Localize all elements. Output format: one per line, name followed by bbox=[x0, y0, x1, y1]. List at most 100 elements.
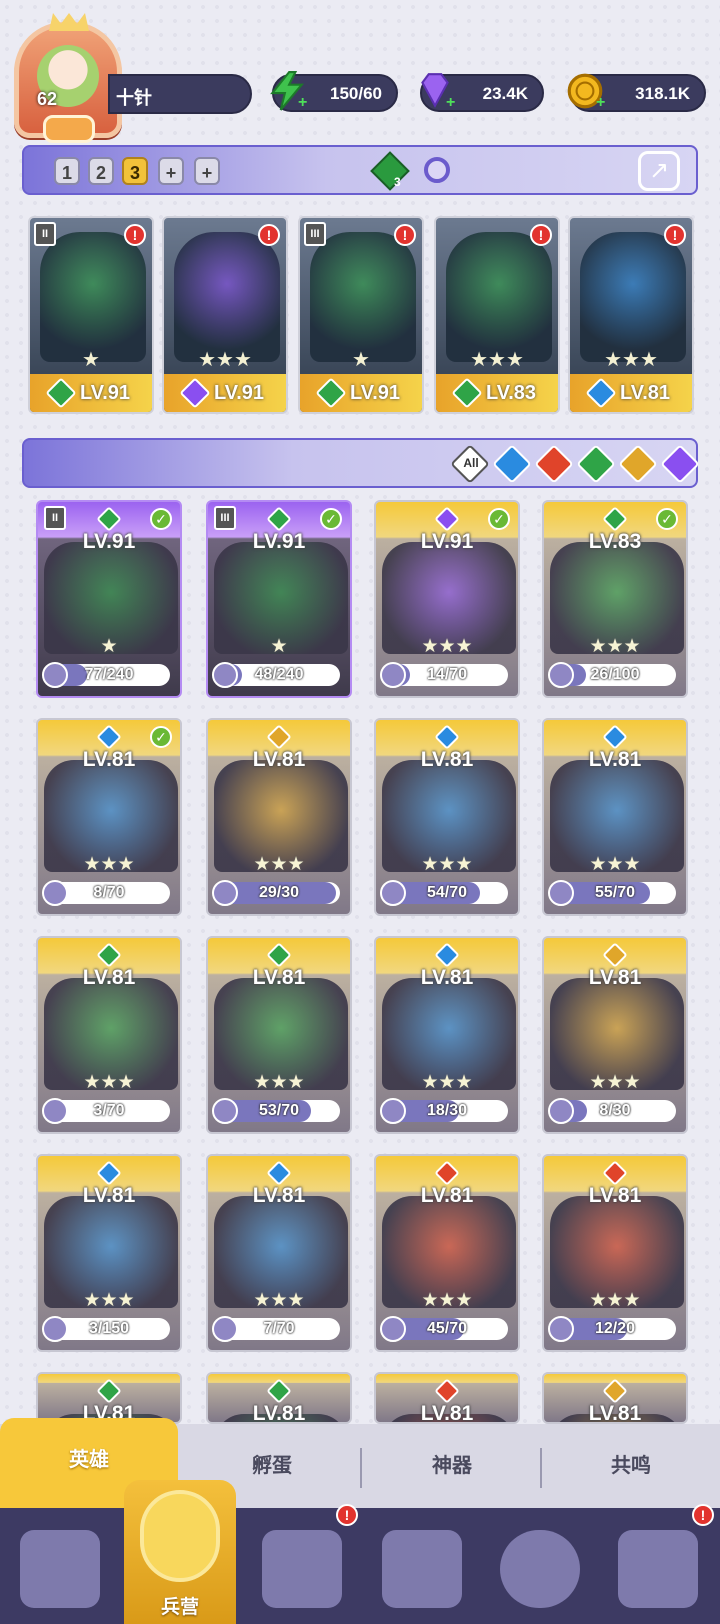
hero-card[interactable]: LV.83 ★★★ 26/100 ✓ bbox=[542, 500, 688, 698]
shard-icon bbox=[380, 1098, 406, 1124]
hero-card[interactable]: LV.81 bbox=[206, 1372, 352, 1424]
hero-card[interactable]: LV.81 ★★★ 54/70 bbox=[374, 718, 520, 916]
element-green-icon bbox=[96, 942, 122, 968]
element-yellow-icon bbox=[266, 724, 292, 750]
team-tab-3[interactable]: 3 bbox=[122, 157, 148, 185]
hero-portrait bbox=[40, 232, 146, 362]
hero-card[interactable]: LV.81 ★★★ 55/70 bbox=[542, 718, 688, 916]
hero-stars: ★★★ bbox=[604, 349, 658, 371]
hero-card[interactable]: LV.91 ★ 77/240 ✓ II bbox=[36, 500, 182, 698]
coin-counter[interactable]: + 318.1K bbox=[567, 73, 706, 112]
hero-card[interactable]: LV.81 bbox=[36, 1372, 182, 1424]
in-team-check-icon: ✓ bbox=[656, 508, 678, 530]
hero-card[interactable]: LV.81 ★★★ 3/150 bbox=[36, 1154, 182, 1352]
add-energy-icon[interactable]: + bbox=[298, 95, 312, 111]
shard-icon bbox=[212, 662, 238, 688]
energy-value: 150/60 bbox=[330, 84, 382, 103]
element-yellow-icon bbox=[602, 1378, 628, 1404]
gem-counter[interactable]: + 23.4K bbox=[420, 73, 544, 112]
shard-icon bbox=[380, 880, 406, 906]
hero-card[interactable]: LV.81 ★★★ 29/30 bbox=[206, 718, 352, 916]
filter-light-icon[interactable] bbox=[618, 444, 658, 484]
hero-card[interactable]: LV.81 bbox=[374, 1372, 520, 1424]
shard-icon bbox=[548, 1098, 574, 1124]
team-tab-1[interactable]: 1 bbox=[54, 157, 80, 185]
nav-barracks-button[interactable]: 兵营 bbox=[124, 1480, 236, 1624]
element-blue-icon bbox=[96, 724, 122, 750]
element-green-icon bbox=[96, 506, 122, 532]
hero-card[interactable]: LV.81 bbox=[542, 1372, 688, 1424]
shard-icon bbox=[212, 1098, 238, 1124]
banner-alert-icon: ! bbox=[692, 1504, 714, 1526]
tab-resonance[interactable]: 共鸣 bbox=[542, 1424, 720, 1508]
hero-stars: ★★★ bbox=[83, 1290, 135, 1311]
filter-fire-icon[interactable] bbox=[534, 444, 574, 484]
player-avatar[interactable]: 62 bbox=[14, 13, 122, 143]
hero-card[interactable]: LV.81 ★★★ 12/20 bbox=[542, 1154, 688, 1352]
team-hero-card[interactable]: ★★★ LV.83! bbox=[434, 216, 560, 414]
hero-portrait bbox=[446, 232, 552, 362]
castle-icon[interactable] bbox=[382, 1530, 462, 1608]
hero-card[interactable]: LV.81 ★★★ 8/70 ✓ bbox=[36, 718, 182, 916]
in-team-check-icon: ✓ bbox=[488, 508, 510, 530]
in-team-check-icon: ✓ bbox=[320, 508, 342, 530]
filter-water-icon[interactable] bbox=[492, 444, 532, 484]
hero-stars: ★★★ bbox=[589, 1072, 641, 1093]
hero-stars: ★★★ bbox=[421, 1290, 473, 1311]
element-green-icon bbox=[266, 506, 292, 532]
alert-icon: ! bbox=[258, 224, 280, 246]
hero-level: LV.83 bbox=[588, 530, 642, 553]
hero-card[interactable]: LV.91 ★★★ 14/70 ✓ bbox=[374, 500, 520, 698]
coin-value: 318.1K bbox=[635, 84, 690, 103]
hero-card[interactable]: LV.81 ★★★ 8/30 bbox=[542, 936, 688, 1134]
hero-level: LV.81 bbox=[82, 1184, 136, 1207]
shard-icon bbox=[380, 1316, 406, 1342]
team-hero-card[interactable]: ★ LV.91! II bbox=[28, 216, 154, 414]
mushroom-icon[interactable] bbox=[500, 1530, 580, 1608]
hero-card[interactable]: LV.81 ★★★ 45/70 bbox=[374, 1154, 520, 1352]
add-team-button-2[interactable]: + bbox=[194, 157, 220, 185]
map-icon[interactable] bbox=[262, 1530, 342, 1608]
cards-icon[interactable] bbox=[20, 1530, 100, 1608]
add-gems-icon[interactable]: + bbox=[446, 95, 460, 111]
add-team-button-1[interactable]: + bbox=[158, 157, 184, 185]
element-green-icon bbox=[602, 506, 628, 532]
team-hero-card[interactable]: ★★★ LV.91! bbox=[162, 216, 288, 414]
player-name-bar[interactable]: 十针 bbox=[108, 74, 252, 114]
element-red-icon bbox=[602, 1160, 628, 1186]
hero-level: LV.81 bbox=[588, 748, 642, 771]
hero-card[interactable]: LV.91 ★ 48/240 ✓ III bbox=[206, 500, 352, 698]
energy-counter[interactable]: + 150/60 bbox=[270, 71, 398, 112]
alert-icon: ! bbox=[124, 224, 146, 246]
hero-card[interactable]: LV.81 ★★★ 3/70 bbox=[36, 936, 182, 1134]
element-filter-bar: All bbox=[22, 438, 700, 488]
hero-level: LV.91 bbox=[252, 530, 306, 553]
hero-card[interactable]: LV.81 ★★★ 53/70 bbox=[206, 936, 352, 1134]
hero-level: LV.81 bbox=[252, 1402, 306, 1424]
hero-card[interactable]: LV.81 ★★★ 18/30 bbox=[374, 936, 520, 1134]
team-hero-card[interactable]: ★ LV.91! III bbox=[298, 216, 424, 414]
share-button[interactable]: ↗ bbox=[638, 151, 680, 191]
hero-portrait bbox=[310, 232, 416, 362]
hero-level: LV.81 bbox=[420, 966, 474, 989]
shard-icon bbox=[42, 880, 68, 906]
tab-artifacts[interactable]: 神器 bbox=[362, 1424, 542, 1508]
hero-level: LV.81 bbox=[82, 748, 136, 771]
in-team-check-icon: ✓ bbox=[150, 726, 172, 748]
banner-icon[interactable] bbox=[618, 1530, 698, 1608]
hero-level: LV.81 bbox=[420, 1402, 474, 1424]
shard-icon bbox=[42, 662, 68, 688]
filter-dark-icon[interactable] bbox=[660, 444, 700, 484]
in-team-check-icon: ✓ bbox=[150, 508, 172, 530]
magnify-icon[interactable] bbox=[424, 157, 450, 183]
team-tab-2[interactable]: 2 bbox=[88, 157, 114, 185]
hero-level: LV.81 bbox=[588, 966, 642, 989]
hero-stars: ★★★ bbox=[470, 349, 524, 371]
nav-barracks-label: 兵营 bbox=[160, 1597, 199, 1618]
hero-card[interactable]: LV.81 ★★★ 7/70 bbox=[206, 1154, 352, 1352]
filter-nature-icon[interactable] bbox=[576, 444, 616, 484]
alert-icon: ! bbox=[530, 224, 552, 246]
add-coins-icon[interactable]: + bbox=[596, 95, 610, 111]
rank-badge-icon: III bbox=[304, 222, 326, 246]
team-hero-card[interactable]: ★★★ LV.81! bbox=[568, 216, 694, 414]
